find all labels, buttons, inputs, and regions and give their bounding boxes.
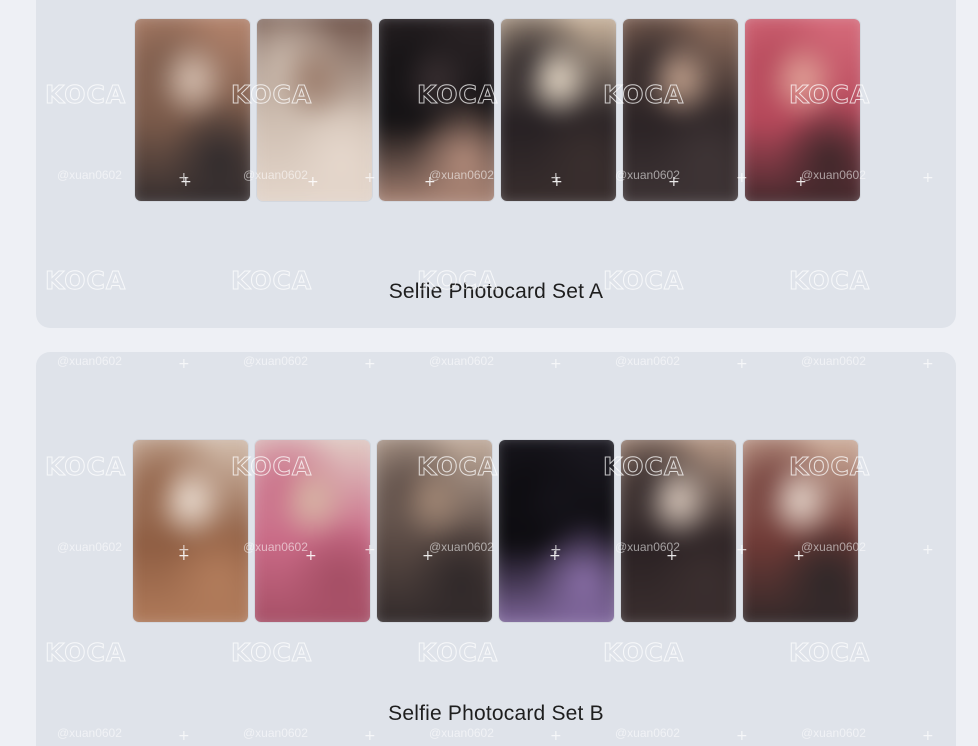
sparkle-icon: + xyxy=(180,174,192,190)
photocard[interactable]: + xyxy=(621,440,736,622)
photocard[interactable]: + xyxy=(743,440,858,622)
sparkle-icon: + xyxy=(668,174,680,190)
photocard[interactable]: + xyxy=(377,440,492,622)
sparkle-icon: + xyxy=(178,548,190,564)
photocard-set-b-title: Selfie Photocard Set B xyxy=(388,702,604,725)
sparkle-icon: + xyxy=(793,548,805,564)
photocard-set-b-cards: + + + + + + xyxy=(133,440,858,622)
photocard[interactable]: + xyxy=(255,440,370,622)
photocard-image xyxy=(377,440,492,622)
sparkle-icon: + xyxy=(307,174,319,190)
photocard-image xyxy=(379,19,494,201)
sparkle-icon: + xyxy=(666,548,678,564)
photocard[interactable]: + xyxy=(623,19,738,201)
photocard-set-a-panel: + + + + + + Selfie Photocard Set A xyxy=(36,0,956,328)
photocard-image xyxy=(135,19,250,201)
photocard[interactable]: + xyxy=(133,440,248,622)
sparkle-icon: + xyxy=(549,548,561,564)
sparkle-icon: + xyxy=(795,174,807,190)
photocard[interactable]: + xyxy=(501,19,616,201)
photocard[interactable]: + xyxy=(257,19,372,201)
photocard[interactable]: + xyxy=(499,440,614,622)
photocard-set-a-title: Selfie Photocard Set A xyxy=(388,280,604,303)
photocard[interactable]: + xyxy=(379,19,494,201)
sparkle-icon: + xyxy=(551,174,563,190)
photocard-image xyxy=(499,440,614,622)
photocard-set-b-panel: + + + + + + Selfie Photocard Set B xyxy=(36,352,956,746)
photocard[interactable]: + xyxy=(745,19,860,201)
photocard[interactable]: + xyxy=(135,19,250,201)
sparkle-icon: + xyxy=(305,548,317,564)
photocard-image xyxy=(255,440,370,622)
photocard-image xyxy=(623,19,738,201)
sparkle-icon: + xyxy=(422,548,434,564)
photocard-image xyxy=(621,440,736,622)
photocard-image xyxy=(133,440,248,622)
sparkle-icon: + xyxy=(424,174,436,190)
photocard-set-a-cards: + + + + + + xyxy=(135,19,860,201)
photocard-page: + + + + + + Selfie Photocard Set A + + + + + + Sel… xyxy=(0,0,978,746)
photocard-image xyxy=(743,440,858,622)
